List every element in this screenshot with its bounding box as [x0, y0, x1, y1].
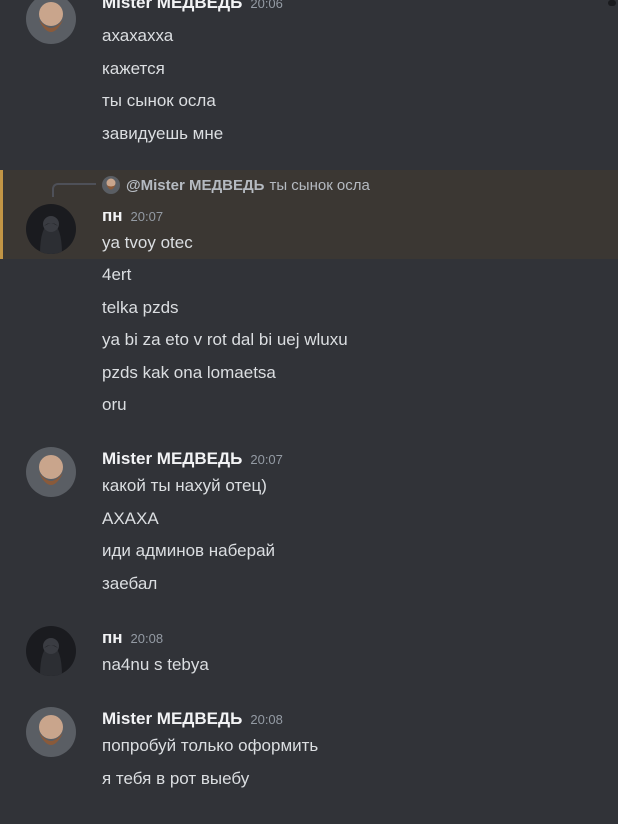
avatar-pn[interactable] — [26, 626, 76, 676]
avatar-mister-medved[interactable] — [26, 707, 76, 757]
message-text: ты сынок осла — [102, 91, 216, 110]
message-header: Mister МЕДВЕДЬ 20:07 — [102, 449, 283, 470]
timestamp: 20:06 — [250, 0, 283, 11]
message-text: ya bi za eto v rot dal bi uej wluxu — [102, 330, 348, 349]
author-name[interactable]: пн — [102, 628, 123, 647]
timestamp: 20:07 — [130, 209, 164, 224]
message-text: telka pzds — [102, 298, 179, 317]
message-text: 4ert — [102, 265, 132, 284]
avatar-mister-medved[interactable] — [26, 447, 76, 497]
timestamp: 20:08 — [130, 631, 164, 646]
reply-author[interactable]: @Mister МЕДВЕДЬ — [126, 177, 264, 194]
timestamp: 20:08 — [250, 712, 283, 727]
message-text: кажется — [102, 59, 165, 78]
reply-reference[interactable]: @Mister МЕДВЕДЬ ты сынок осла — [102, 175, 370, 195]
message-header: Mister МЕДВЕДЬ 20:06 — [102, 0, 283, 14]
message-text: oru — [102, 395, 127, 414]
message-header: пн 20:07 — [102, 206, 163, 227]
message-text: заебал — [102, 574, 158, 593]
reply-avatar — [102, 176, 120, 194]
message-text: АХАХА — [102, 509, 159, 528]
message-text: я тебя в рот выебу — [102, 769, 250, 788]
timestamp: 20:07 — [250, 452, 283, 467]
author-name[interactable]: Mister МЕДВЕДЬ — [102, 449, 242, 468]
message-text: ya tvoy otec — [102, 233, 193, 252]
author-name[interactable]: Mister МЕДВЕДЬ — [102, 709, 242, 728]
message-text: ахахахха — [102, 26, 174, 45]
author-name[interactable]: Mister МЕДВЕДЬ — [102, 0, 242, 12]
scrollbar-thumb[interactable] — [608, 0, 616, 6]
message-text: иди админов наберай — [102, 541, 276, 560]
message-text: na4nu s tebya — [102, 655, 209, 674]
reply-text: ты сынок осла — [269, 176, 370, 194]
message-text: завидуешь мне — [102, 124, 224, 143]
message-text: какой ты нахуй отец) — [102, 476, 267, 495]
message-header: пн 20:08 — [102, 628, 163, 649]
message-header: Mister МЕДВЕДЬ 20:08 — [102, 709, 283, 730]
message-text: попробуй только оформить — [102, 736, 319, 755]
reply-spine — [52, 183, 96, 197]
message-text: pzds kak ona lomaetsa — [102, 363, 276, 382]
avatar-mister-medved[interactable] — [26, 0, 76, 44]
avatar-pn[interactable] — [26, 204, 76, 254]
author-name[interactable]: пн — [102, 206, 123, 225]
